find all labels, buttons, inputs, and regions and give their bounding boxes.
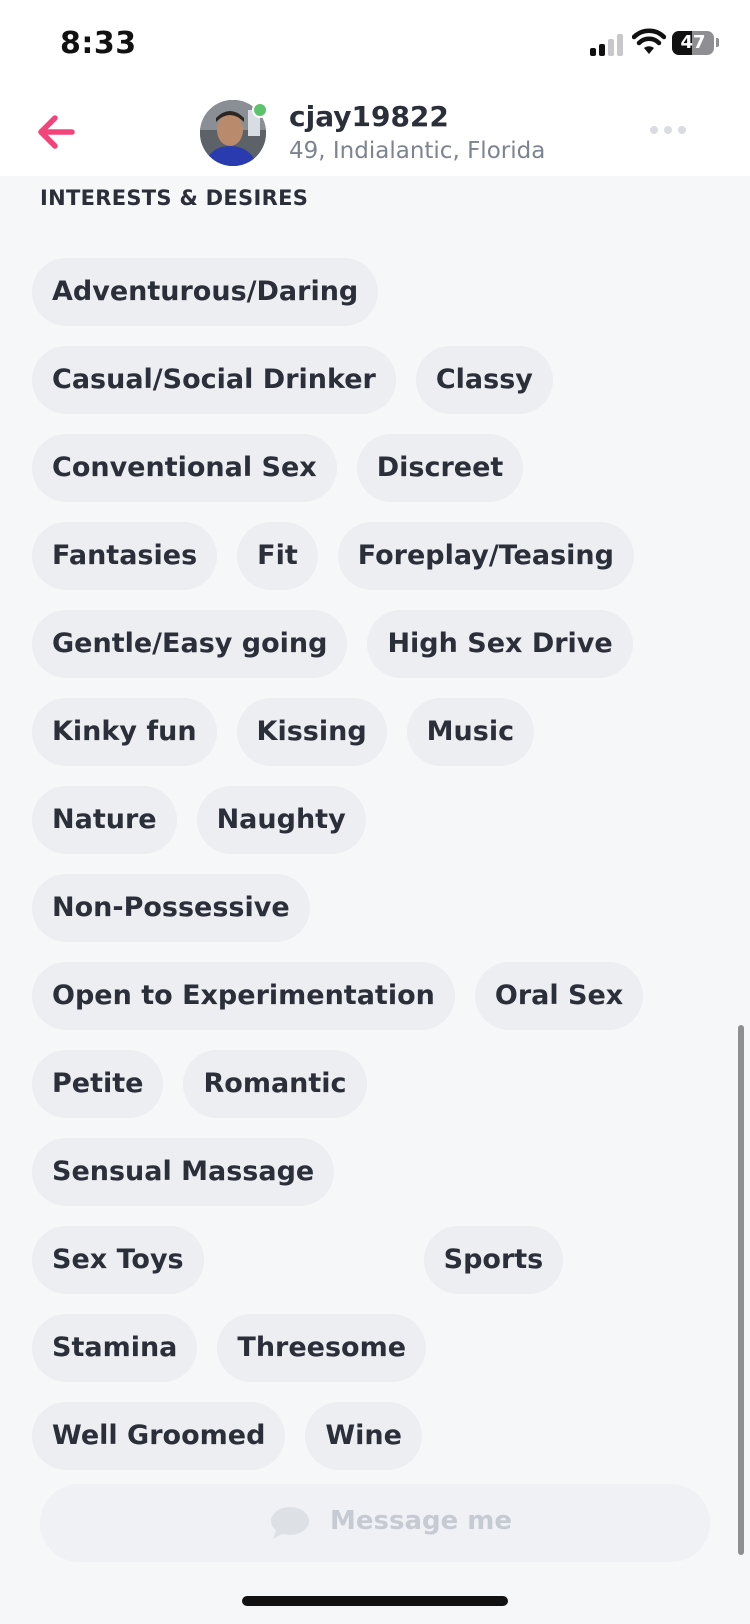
interest-chip[interactable]: Petite [32,1050,164,1118]
interest-chip[interactable]: Conventional Sex [32,434,337,502]
profile-header: cjay19822 49, Indialantic, Florida [0,86,750,176]
status-bar: 8:33 47 [0,0,750,86]
interest-chip[interactable]: Sensual Massage [32,1138,335,1206]
wifi-icon [632,28,666,54]
interest-chip[interactable]: Gentle/Easy going [32,610,348,678]
message-me-button[interactable]: Message me [40,1484,710,1562]
interest-chip[interactable]: Kissing [236,698,387,766]
interests-list: Adventurous/Daring Casual/Social Drinker… [32,258,692,1470]
interest-chip[interactable]: Open to Experimentation [32,962,455,1030]
ellipsis-icon-dot [678,126,686,134]
section-title: INTERESTS & DESIRES [40,186,309,210]
interest-chip[interactable]: Oral Sex [474,962,644,1030]
cellular-signal-icon [590,32,626,56]
interest-chip[interactable]: Music [406,698,535,766]
interest-chip[interactable]: High Sex Drive [367,610,633,678]
interest-chip[interactable]: Threesome [217,1314,427,1382]
ellipsis-icon-dot [650,126,658,134]
battery-nub [716,38,719,47]
interest-chip[interactable]: Naughty [196,786,366,854]
interest-chip[interactable]: Fantasies [32,522,218,590]
interest-chip[interactable]: Adventurous/Daring [32,258,379,326]
ellipsis-icon-dot [664,126,672,134]
battery-percent: 47 [680,32,706,53]
user-age-location: 49, Indialantic, Florida [289,138,546,164]
interest-chip[interactable]: Nature [32,786,177,854]
interest-chip[interactable]: Stamina [32,1314,198,1382]
chat-bubble-icon [271,1507,309,1539]
interest-chip[interactable]: Sex Toys [32,1226,204,1294]
interest-chip[interactable]: Foreplay/Teasing [337,522,634,590]
status-time: 8:33 [60,26,137,61]
message-me-label: Message me [330,1506,513,1536]
scrollbar[interactable] [738,1025,744,1555]
more-options-button[interactable] [648,120,688,140]
interest-chip[interactable]: Discreet [356,434,524,502]
interest-chip[interactable]: Sports [423,1226,564,1294]
back-button[interactable] [30,106,82,158]
interest-chip[interactable]: Well Groomed [32,1402,286,1470]
interest-chip[interactable]: Wine [305,1402,422,1470]
username[interactable]: cjay19822 [289,100,449,133]
interest-chip[interactable]: Non-Possessive [32,874,310,942]
interest-chip[interactable]: Classy [415,346,553,414]
interest-chip[interactable]: Fit [237,522,318,590]
arrow-left-icon [38,115,75,149]
interest-chip[interactable]: Kinky fun [32,698,217,766]
online-status-indicator [252,102,268,118]
home-indicator[interactable] [242,1596,508,1606]
interest-chip[interactable]: Casual/Social Drinker [32,346,396,414]
battery-icon: 47 [672,31,714,55]
interest-chip[interactable]: Romantic [183,1050,367,1118]
